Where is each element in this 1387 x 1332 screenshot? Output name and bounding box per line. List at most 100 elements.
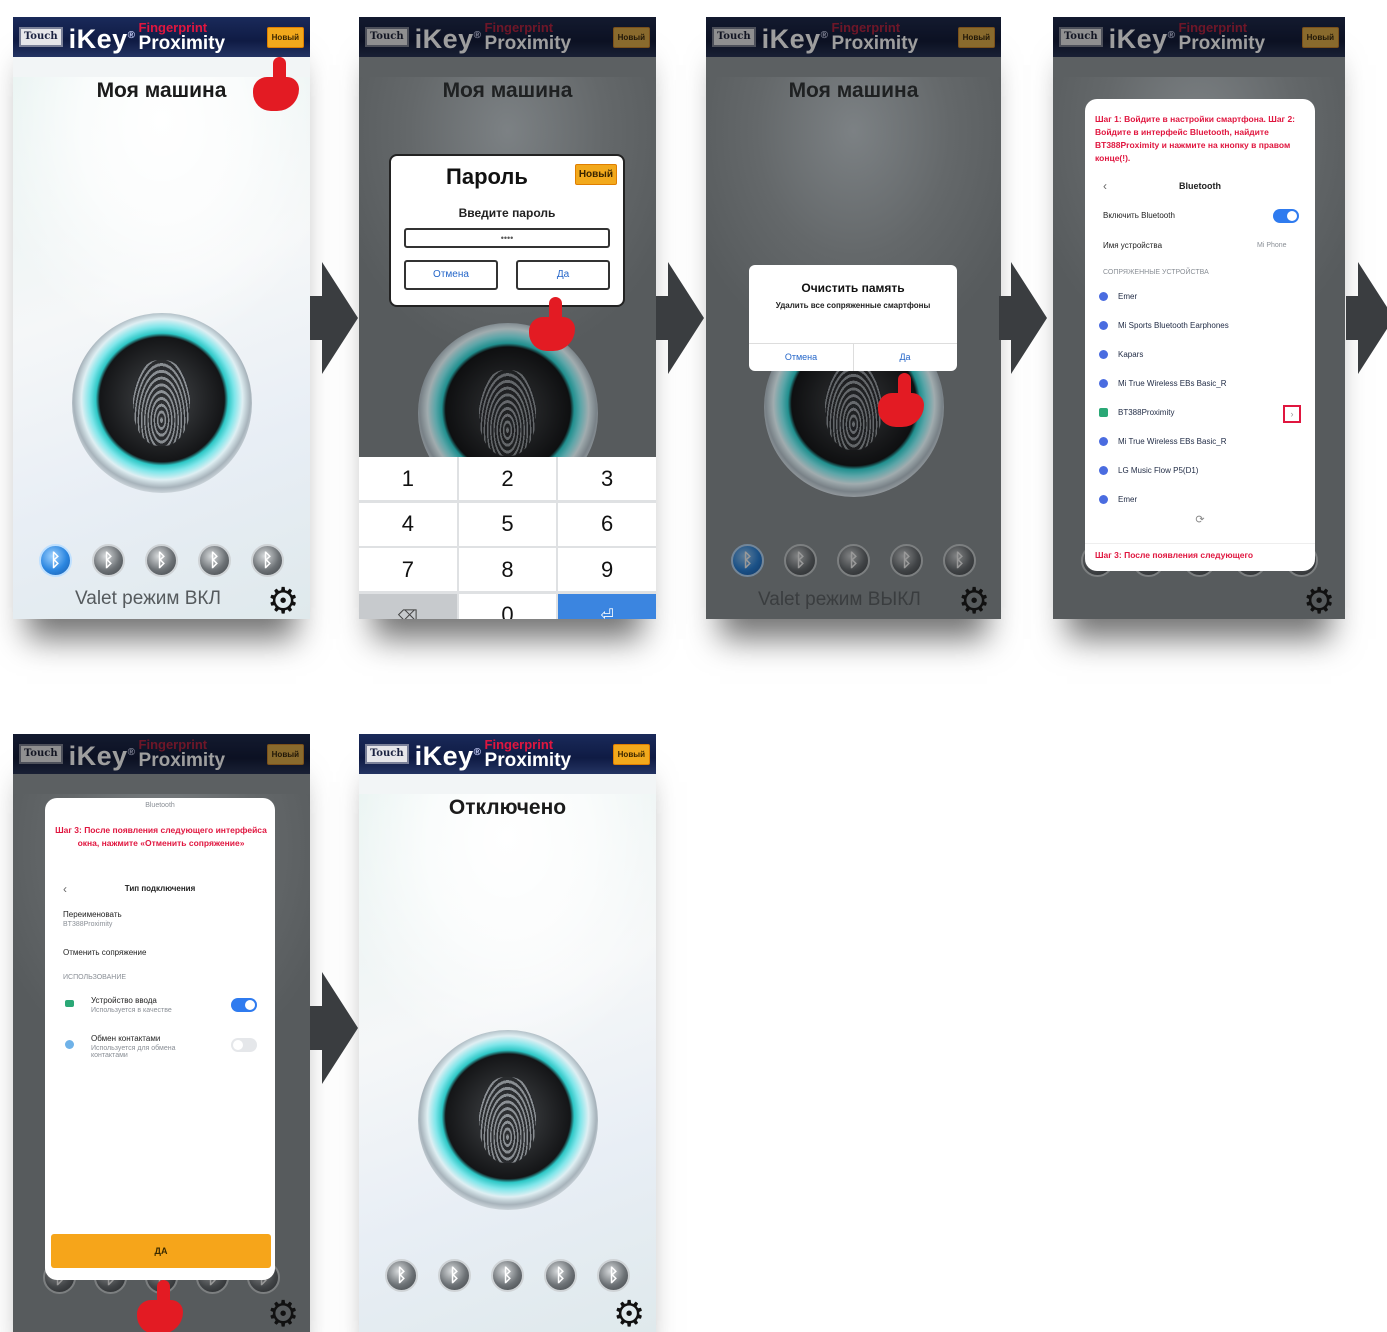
screen-disconnected: Touch iKey® Fingerprint Proximity Новый О… xyxy=(359,734,656,1332)
bluetooth-icon[interactable]: ᛒ xyxy=(198,544,231,577)
new-button[interactable]: Новый xyxy=(266,26,304,48)
device-item[interactable]: Mi True Wireless EBs Basic_R xyxy=(1099,437,1299,446)
key-1[interactable]: 1 xyxy=(359,457,457,500)
bluetooth-icon[interactable]: ᛒ xyxy=(145,544,178,577)
device-settings-panel: Bluetooth Шаг 3: После появления следующ… xyxy=(45,798,275,1280)
key-8[interactable]: 8 xyxy=(458,548,557,591)
touch-badge: Touch xyxy=(365,744,409,764)
enter-key[interactable]: ⏎ xyxy=(558,593,656,619)
bluetooth-icon[interactable]: ᛒ xyxy=(943,544,976,577)
contacts-subtext: Используется для обмена контактами xyxy=(91,1045,176,1059)
gear-icon[interactable]: ⚙ xyxy=(958,583,990,619)
brand-logo: iKey® xyxy=(761,23,829,54)
new-button[interactable]: Новый xyxy=(1301,26,1339,48)
key-3[interactable]: 3 xyxy=(558,457,656,500)
device-settings-button[interactable]: › xyxy=(1283,405,1301,423)
key-2[interactable]: 2 xyxy=(458,457,557,500)
bluetooth-device-icon xyxy=(1099,495,1108,504)
gear-icon[interactable]: ⚙ xyxy=(613,1296,645,1332)
device-name-value: Mi Phone xyxy=(1257,242,1287,249)
bluetooth-icon[interactable]: ᛒ xyxy=(837,544,870,577)
device-item-bt388[interactable]: BT388Proximity xyxy=(1099,408,1299,417)
screen-bluetooth-settings: Touch iKey® FingerprintProximity Новый ᛒ… xyxy=(1053,17,1345,619)
unpair-button[interactable]: Отменить сопряжение xyxy=(63,948,146,957)
bluetooth-icon[interactable]: ᛒ xyxy=(39,544,72,577)
arrow-right-icon xyxy=(1346,262,1387,374)
bluetooth-toggle[interactable] xyxy=(1273,209,1299,223)
contacts-toggle[interactable] xyxy=(231,1038,257,1052)
dialog-title: Очистить память xyxy=(801,281,905,295)
brand-logo: iKey® xyxy=(1108,23,1176,54)
key-9[interactable]: 9 xyxy=(558,548,656,591)
screen-unpair: Touch iKey® FingerprintProximity Новый ᛒ… xyxy=(13,734,310,1332)
input-device-subtext: Используется в качестве xyxy=(91,1007,172,1014)
bluetooth-settings-panel: Шаг 1: Войдите в настройки смартфона. Ша… xyxy=(1085,99,1315,571)
clear-memory-dialog: Очистить память Удалить все сопряженные … xyxy=(749,265,957,371)
device-item[interactable]: Mi True Wireless EBs Basic_R xyxy=(1099,379,1299,388)
contacts-label: Обмен контактами xyxy=(91,1034,161,1043)
screen-home-valet-on: Touch iKey® Fingerprint Proximity Новый М… xyxy=(13,17,310,619)
instruction-collage: Touch iKey® Fingerprint Proximity Новый М… xyxy=(0,0,1387,1332)
brand-subtitle: Fingerprint Proximity xyxy=(831,20,919,54)
key-5[interactable]: 5 xyxy=(458,502,557,546)
yes-button[interactable]: ДА xyxy=(51,1234,271,1268)
new-button[interactable]: Новый xyxy=(612,26,650,48)
device-item[interactable]: Emer xyxy=(1099,495,1299,504)
app-header: Touch iKey® Fingerprint Proximity Новый xyxy=(359,734,656,774)
panel-title: Тип подключения xyxy=(124,884,196,893)
input-device-toggle[interactable] xyxy=(231,998,257,1012)
app-header: Touch iKey® Fingerprint Proximity Новый xyxy=(13,17,310,57)
brand-subtitle: Fingerprint Proximity xyxy=(138,20,226,54)
bluetooth-device-icon xyxy=(1099,466,1108,475)
new-password-button[interactable]: Новый xyxy=(574,164,617,185)
bluetooth-icon[interactable]: ᛒ xyxy=(544,1259,577,1292)
ok-button[interactable]: Да xyxy=(516,260,610,290)
gear-icon[interactable]: ⚙ xyxy=(267,1296,299,1332)
new-button[interactable]: Новый xyxy=(957,26,995,48)
bluetooth-icon[interactable]: ᛒ xyxy=(784,544,817,577)
device-item[interactable]: LG Music Flow P5(D1) xyxy=(1099,466,1299,475)
bluetooth-icon[interactable]: ᛒ xyxy=(890,544,923,577)
bluetooth-icon[interactable]: ᛒ xyxy=(731,544,764,577)
device-item[interactable]: Emer xyxy=(1099,292,1299,301)
new-button[interactable]: Новый xyxy=(612,743,650,765)
device-item[interactable]: Mi Sports Bluetooth Earphones xyxy=(1099,321,1299,330)
gear-icon[interactable]: ⚙ xyxy=(1303,583,1335,619)
cancel-button[interactable]: Отмена xyxy=(404,260,498,290)
screen-password: Touch iKey® Fingerprint Proximity Новый М… xyxy=(359,17,656,619)
new-button[interactable]: Новый xyxy=(266,743,304,765)
device-item[interactable]: Kapars xyxy=(1099,350,1299,359)
password-field[interactable]: •••• xyxy=(404,228,610,248)
fingerprint-button[interactable] xyxy=(417,1030,598,1210)
gear-icon[interactable]: ⚙ xyxy=(267,583,299,619)
bluetooth-icon[interactable]: ᛒ xyxy=(597,1259,630,1292)
keyboard-icon xyxy=(65,1000,74,1007)
bluetooth-icon[interactable]: ᛒ xyxy=(491,1259,524,1292)
bluetooth-icon[interactable]: ᛒ xyxy=(438,1259,471,1292)
section-label: СОПРЯЖЕННЫЕ УСТРОЙСТВА xyxy=(1103,269,1209,276)
backspace-key[interactable]: ⌫ xyxy=(359,593,457,619)
bluetooth-icon[interactable]: ᛒ xyxy=(92,544,125,577)
brand-subtitle: Fingerprint Proximity xyxy=(1178,20,1266,54)
bluetooth-icon[interactable]: ᛒ xyxy=(385,1259,418,1292)
contacts-icon xyxy=(65,1040,74,1049)
numeric-keypad: 1 2 3 4 5 6 7 8 9 ⌫ 0 ⏎ xyxy=(359,457,656,619)
bluetooth-device-icon xyxy=(1099,350,1108,359)
key-4[interactable]: 4 xyxy=(359,502,457,546)
key-6[interactable]: 6 xyxy=(558,502,656,546)
dialog-text: Удалить все сопряженные смартфоны xyxy=(775,301,931,310)
refresh-icon[interactable]: ⟳ xyxy=(1085,513,1315,526)
bluetooth-icon[interactable]: ᛒ xyxy=(251,544,284,577)
app-header: Touch iKey® Fingerprint Proximity Новый xyxy=(359,17,656,57)
cancel-button[interactable]: Отмена xyxy=(749,345,853,369)
fingerprint-button[interactable] xyxy=(71,313,252,493)
ok-button[interactable]: Да xyxy=(853,345,957,369)
arrow-right-icon xyxy=(310,262,358,374)
key-0[interactable]: 0 xyxy=(458,593,557,619)
dialog-prompt: Введите пароль xyxy=(458,206,556,220)
key-7[interactable]: 7 xyxy=(359,548,457,591)
divider xyxy=(1085,543,1315,544)
rename-label[interactable]: Переименовать xyxy=(63,910,122,919)
arrow-right-icon xyxy=(656,262,704,374)
app-header: Touch iKey® Fingerprint Proximity Новый xyxy=(1053,17,1345,57)
